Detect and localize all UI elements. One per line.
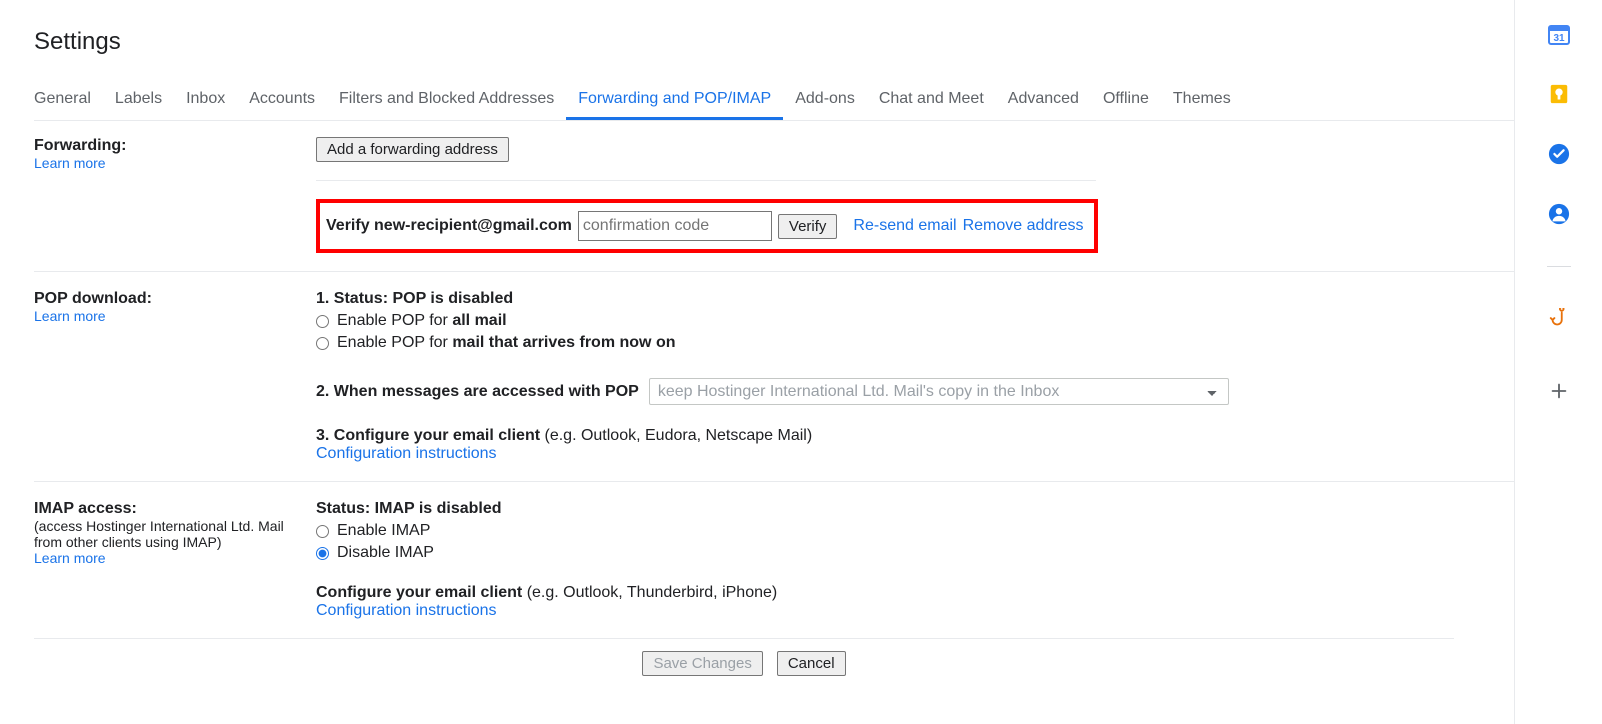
pop-step2-label: 2. When messages are accessed with POP xyxy=(316,383,639,401)
remove-address-link[interactable]: Remove address xyxy=(963,217,1084,235)
imap-status: Status: IMAP is disabled xyxy=(316,500,1514,518)
pop-enable-all-radio[interactable] xyxy=(316,315,329,328)
tab-addons[interactable]: Add-ons xyxy=(783,80,867,120)
tasks-icon[interactable] xyxy=(1547,142,1571,166)
calendar-icon[interactable]: 31 xyxy=(1547,22,1571,46)
contacts-icon[interactable] xyxy=(1547,202,1571,226)
imap-enable-label[interactable]: Enable IMAP xyxy=(337,522,430,540)
side-panel: 31 xyxy=(1514,0,1602,724)
pop-config-instructions-link[interactable]: Configuration instructions xyxy=(316,445,497,462)
tab-filters[interactable]: Filters and Blocked Addresses xyxy=(327,80,566,120)
keep-icon[interactable] xyxy=(1547,82,1571,106)
confirmation-code-input[interactable] xyxy=(578,211,772,241)
imap-disable-radio[interactable] xyxy=(316,547,329,560)
resend-email-link[interactable]: Re-send email xyxy=(853,217,956,235)
tab-forwarding[interactable]: Forwarding and POP/IMAP xyxy=(566,80,783,120)
tab-accounts[interactable]: Accounts xyxy=(237,80,327,120)
save-changes-button[interactable]: Save Changes xyxy=(642,651,762,676)
pop-enable-all-label[interactable]: Enable POP for all mail xyxy=(337,312,507,330)
pop-section-title: POP download: xyxy=(34,290,308,308)
tab-themes[interactable]: Themes xyxy=(1161,80,1243,120)
hook-icon[interactable] xyxy=(1547,307,1571,331)
forwarding-section-title: Forwarding: xyxy=(34,137,308,155)
settings-tabs: General Labels Inbox Accounts Filters an… xyxy=(34,74,1514,121)
verify-button[interactable]: Verify xyxy=(778,214,838,239)
rail-separator xyxy=(1547,266,1571,267)
tab-general[interactable]: General xyxy=(34,80,103,120)
page-title: Settings xyxy=(34,28,1514,56)
pop-status: 1. Status: POP is disabled xyxy=(316,290,1514,308)
add-icon[interactable] xyxy=(1547,379,1571,403)
pop-learn-more-link[interactable]: Learn more xyxy=(34,308,106,324)
svg-text:31: 31 xyxy=(1553,33,1565,44)
forwarding-learn-more-link[interactable]: Learn more xyxy=(34,155,106,171)
imap-section-title: IMAP access: xyxy=(34,500,308,518)
verify-label: Verify new-recipient@gmail.com xyxy=(326,217,572,235)
divider xyxy=(316,180,1096,181)
imap-config-instructions-link[interactable]: Configuration instructions xyxy=(316,602,497,619)
pop-step3: 3. Configure your email client (e.g. Out… xyxy=(316,427,1514,445)
footer-buttons: Save Changes Cancel xyxy=(34,638,1454,688)
verify-forwarding-row: Verify new-recipient@gmail.com Verify Re… xyxy=(316,199,1098,253)
imap-section-sub: (access Hostinger International Ltd. Mai… xyxy=(34,518,308,550)
pop-enable-now-label[interactable]: Enable POP for mail that arrives from no… xyxy=(337,334,675,352)
tab-chat[interactable]: Chat and Meet xyxy=(867,80,996,120)
pop-action-select[interactable]: keep Hostinger International Ltd. Mail's… xyxy=(649,378,1229,405)
imap-enable-radio[interactable] xyxy=(316,525,329,538)
imap-configure: Configure your email client (e.g. Outloo… xyxy=(316,584,1514,602)
cancel-button[interactable]: Cancel xyxy=(777,651,846,676)
tab-inbox[interactable]: Inbox xyxy=(174,80,237,120)
tab-labels[interactable]: Labels xyxy=(103,80,174,120)
imap-disable-label[interactable]: Disable IMAP xyxy=(337,544,434,562)
tab-offline[interactable]: Offline xyxy=(1091,80,1161,120)
tab-advanced[interactable]: Advanced xyxy=(996,80,1091,120)
add-forwarding-address-button[interactable]: Add a forwarding address xyxy=(316,137,509,162)
pop-enable-now-radio[interactable] xyxy=(316,337,329,350)
imap-learn-more-link[interactable]: Learn more xyxy=(34,550,106,566)
